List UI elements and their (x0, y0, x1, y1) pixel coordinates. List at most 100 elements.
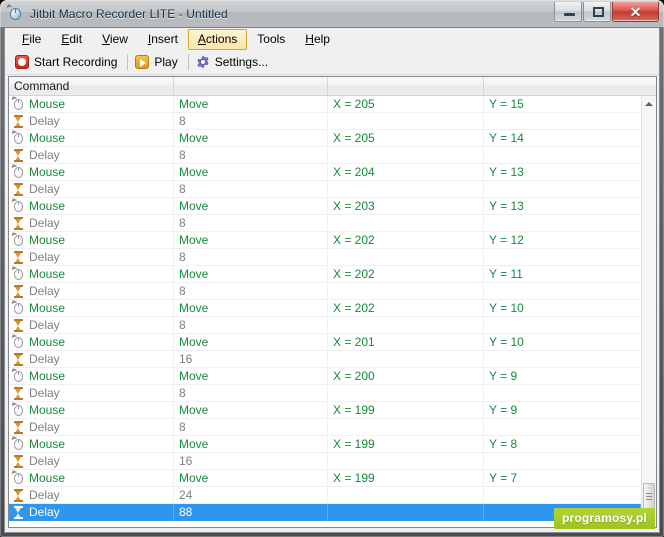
menu-item-actions[interactable]: Actions (187, 28, 248, 50)
table-row[interactable]: Delay 16 (9, 350, 641, 368)
mouse-icon (11, 470, 25, 485)
menu-item-insert[interactable]: Insert (138, 29, 188, 50)
cell-command: Delay (9, 180, 174, 198)
settings-label: Settings... (214, 54, 269, 69)
cell-command: Mouse (9, 469, 174, 487)
cell-action-text: 8 (179, 182, 186, 196)
cell-y (484, 249, 641, 266)
table-row[interactable]: Mouse Move X = 202 Y = 10 (9, 299, 641, 317)
cell-command: Mouse (9, 129, 174, 147)
cell-x-text: X = 205 (333, 97, 375, 111)
command-label: Mouse (29, 131, 66, 145)
column-header-action[interactable] (174, 77, 328, 95)
cell-x-text: X = 202 (333, 301, 375, 315)
table-row[interactable]: Delay 8 (9, 146, 641, 164)
cell-action: Move (174, 401, 328, 419)
table-row[interactable]: Mouse Move X = 202 Y = 12 (9, 231, 641, 249)
table-row[interactable]: Mouse Move X = 199 Y = 9 (9, 401, 641, 419)
cell-x: X = 202 (328, 299, 484, 317)
table-row[interactable]: Mouse Move X = 199 Y = 8 (9, 435, 641, 453)
menu-item-tools[interactable]: Tools (247, 29, 295, 50)
cell-action-text: 8 (179, 386, 186, 400)
cell-x (328, 503, 484, 521)
table-row[interactable]: Delay 8 (9, 248, 641, 266)
menu-item-help[interactable]: Help (295, 29, 340, 50)
table-row[interactable]: Delay 8 (9, 316, 641, 334)
mouse-icon (11, 334, 25, 349)
table-row[interactable]: Mouse Move X = 199 Y = 7 (9, 469, 641, 487)
start-recording-label: Start Recording (34, 54, 118, 69)
menu-item-view[interactable]: View (92, 29, 138, 50)
cell-y-text: Y = 10 (489, 335, 524, 349)
cell-y (484, 113, 641, 130)
table-row[interactable]: Delay 8 (9, 418, 641, 436)
cell-action: 8 (174, 214, 328, 232)
table-row[interactable]: Mouse Move X = 201 Y = 10 (9, 333, 641, 351)
cell-y: Y = 9 (484, 368, 641, 385)
menu-bar: File Edit View Insert Actions Tools Help (5, 28, 659, 50)
record-icon (15, 55, 29, 69)
client-area: File Edit View Insert Actions Tools Help… (4, 28, 660, 533)
cell-action: Move (174, 265, 328, 283)
minimize-button[interactable] (554, 2, 582, 22)
cell-y: Y = 13 (484, 198, 641, 215)
maximize-button[interactable] (583, 2, 611, 22)
cell-action-text: Move (179, 199, 209, 213)
table-row[interactable]: Delay 8 (9, 384, 641, 402)
start-recording-button[interactable]: Start Recording (11, 53, 124, 72)
list-rows: Mouse Move X = 205 Y = 15 Delay 8 Mouse Move X =… (9, 96, 641, 527)
cell-x-text: X = 199 (333, 403, 375, 417)
table-row[interactable]: Delay 24 (9, 486, 641, 504)
cell-x: X = 203 (328, 197, 484, 215)
cell-action: 24 (174, 486, 328, 504)
command-label: Delay (29, 352, 60, 366)
table-row[interactable]: Delay 8 (9, 112, 641, 130)
play-button[interactable]: Play (131, 53, 184, 72)
column-header-y[interactable] (484, 77, 656, 95)
menu-item-edit[interactable]: Edit (51, 29, 92, 50)
command-label: Mouse (29, 437, 66, 451)
cell-command: Delay (9, 486, 174, 504)
column-header-x[interactable] (328, 77, 484, 95)
cell-action: 8 (174, 248, 328, 266)
cell-action-text: 8 (179, 318, 186, 332)
app-mouse-cursor-icon (6, 4, 24, 22)
cell-action: 8 (174, 180, 328, 198)
cell-command: Mouse (9, 231, 174, 249)
table-row[interactable]: Mouse Move X = 200 Y = 9 (9, 367, 641, 385)
table-row[interactable]: Delay 88 (9, 503, 641, 521)
menu-label-insert: nsert (151, 31, 178, 46)
command-label: Delay (29, 454, 60, 468)
cell-y (484, 317, 641, 334)
cell-y-text: Y = 8 (489, 437, 518, 451)
cell-y: Y = 10 (484, 300, 641, 317)
cell-x (328, 384, 484, 402)
table-row[interactable]: Mouse Move X = 203 Y = 13 (9, 197, 641, 215)
table-row[interactable]: Delay 8 (9, 214, 641, 232)
table-row[interactable]: Mouse Move X = 205 Y = 15 (9, 96, 641, 113)
table-row[interactable]: Delay 16 (9, 452, 641, 470)
menu-item-file[interactable]: File (12, 29, 51, 50)
cell-x (328, 452, 484, 470)
table-row[interactable]: Delay 8 (9, 180, 641, 198)
hourglass-icon (12, 250, 25, 264)
menu-label-view: iew (109, 31, 128, 46)
cell-action: Move (174, 163, 328, 181)
cell-command: Delay (9, 214, 174, 232)
cell-y (484, 487, 641, 504)
table-row[interactable]: Mouse Move X = 202 Y = 11 (9, 265, 641, 283)
table-row[interactable]: Delay 8 (9, 282, 641, 300)
vertical-scrollbar[interactable] (641, 96, 656, 527)
scrollbar-thumb[interactable] (643, 483, 655, 509)
table-row[interactable]: Mouse Move X = 204 Y = 13 (9, 163, 641, 181)
settings-button[interactable]: Settings... (192, 53, 275, 72)
scroll-up-button[interactable] (642, 96, 656, 112)
close-button[interactable]: ✕ (612, 2, 659, 22)
command-label: Mouse (29, 369, 66, 383)
column-header-command[interactable]: Command (9, 77, 174, 95)
hourglass-icon (12, 318, 25, 332)
table-row[interactable]: Mouse Move X = 205 Y = 14 (9, 129, 641, 147)
mouse-icon (11, 402, 25, 417)
cell-action-text: 8 (179, 114, 186, 128)
cell-command: Delay (9, 248, 174, 266)
